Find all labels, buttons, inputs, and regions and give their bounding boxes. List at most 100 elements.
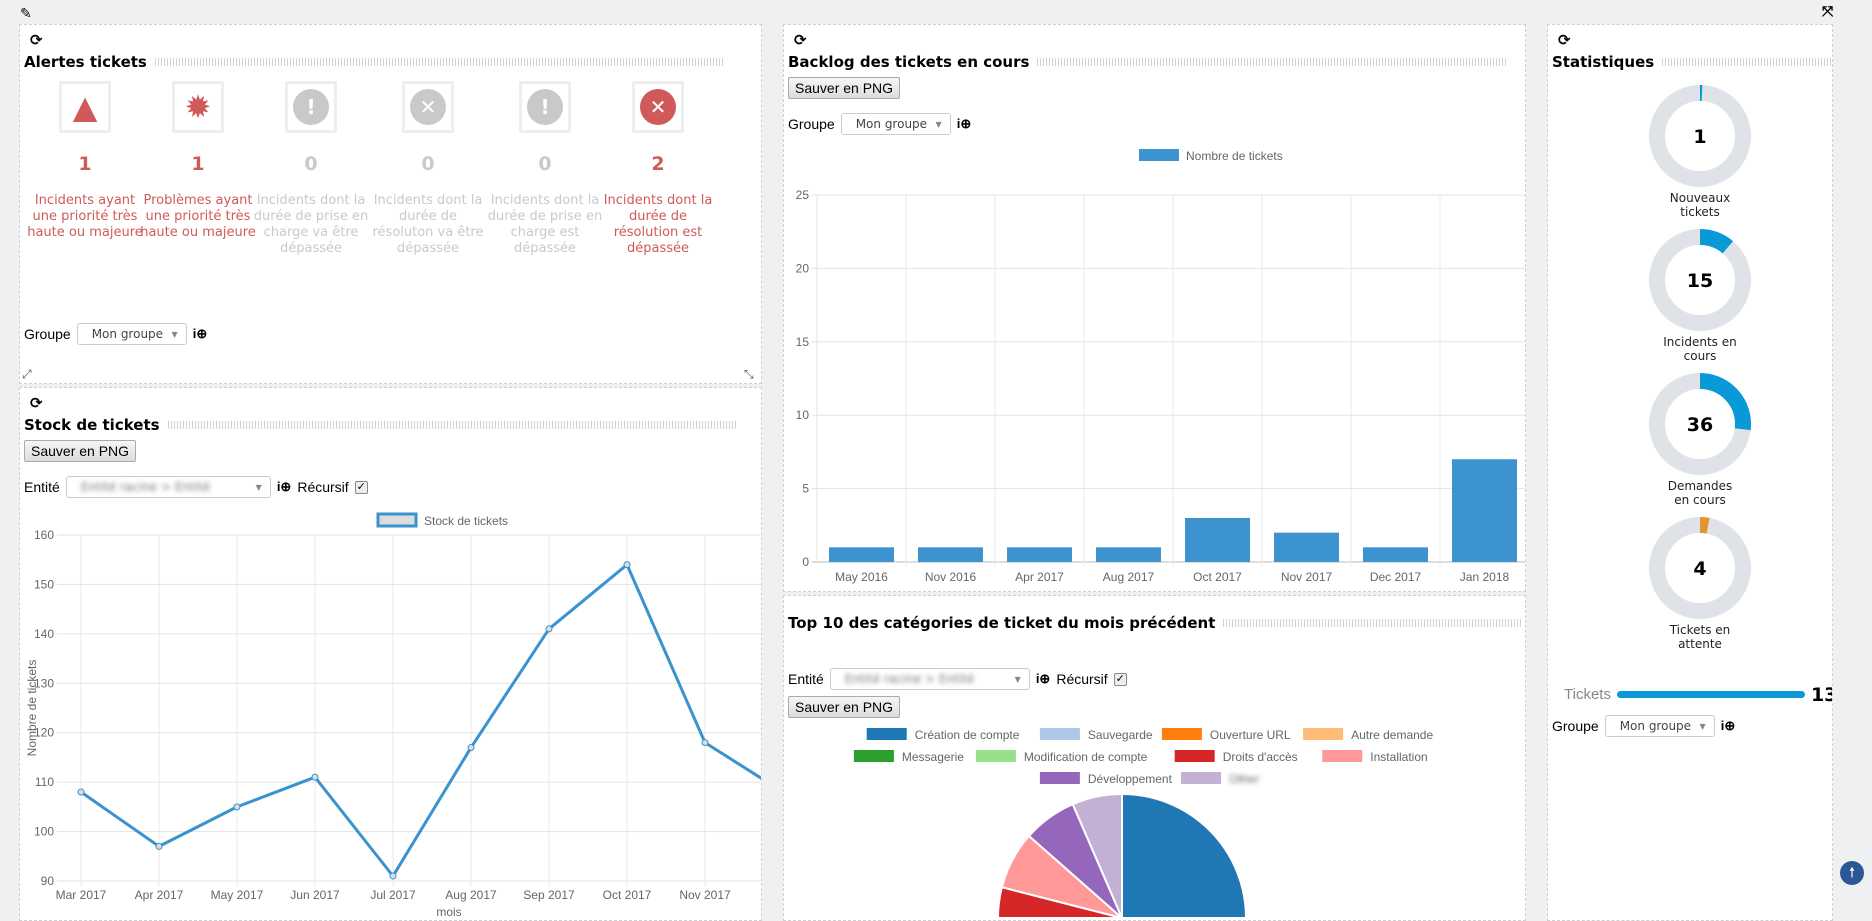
x-tick-label: Mar 2017 <box>56 888 107 902</box>
panel-title: Top 10 des catégories de ticket du mois … <box>788 614 1216 632</box>
refresh-icon[interactable]: ⟳ <box>1558 31 1571 49</box>
donut-label: Demandes en cours <box>1667 479 1733 507</box>
group-select[interactable]: Mon groupe ▼ <box>1604 715 1715 737</box>
legend-label: Droits d'accès <box>1223 750 1298 764</box>
fullscreen-icon[interactable]: ⤧ <box>1822 4 1833 20</box>
x-tick-label: Aug 2017 <box>1103 570 1155 584</box>
chevron-down-icon: ▼ <box>1014 674 1021 684</box>
alert-item[interactable]: ! 0 Incidents dont la durée de prise en … <box>251 81 371 257</box>
resize-handle-left-icon[interactable]: ⤢ <box>22 367 32 382</box>
tickets-label: Tickets <box>1564 686 1611 703</box>
y-tick-label: 160 <box>34 528 54 542</box>
alert-label: Incidents dont la durée de résoluton va … <box>372 193 484 256</box>
alert-item[interactable]: ✹ 1 Problèmes ayant une priorité très ha… <box>138 81 258 241</box>
bar <box>1007 547 1072 562</box>
top10-pie-chart: Création de compte Sauvegarde Ouverture UR… <box>853 728 1433 919</box>
alert-item[interactable]: ! 0 Incidents dont la durée de prise en … <box>485 81 605 257</box>
legend-swatch <box>1181 772 1222 784</box>
alert-icon-box: ✕ <box>402 81 454 133</box>
legend-label: Nombre de tickets <box>1186 149 1283 163</box>
x-tick-label: Nov 2017 <box>1281 570 1333 584</box>
info-add-icon[interactable]: i⊕ <box>1036 671 1051 687</box>
alert-item[interactable]: ✕ 0 Incidents dont la durée de résoluton… <box>368 81 488 257</box>
alert-label: Problèmes ayant une priorité très haute … <box>140 193 256 240</box>
alert-icon-box: ! <box>285 81 337 133</box>
y-tick-label: 25 <box>796 188 810 202</box>
legend-label: Sauvegarde <box>1088 728 1153 742</box>
data-point <box>467 744 475 752</box>
chevron-down-icon: ▼ <box>255 482 262 492</box>
data-point <box>389 872 397 880</box>
save-png-button[interactable]: Sauver en PNG <box>24 440 137 462</box>
x-tick-label: Aug 2017 <box>445 888 497 902</box>
x-tick-label: Jun 2017 <box>290 888 340 902</box>
save-png-button[interactable]: Sauver en PNG <box>788 77 901 99</box>
panel-title: Backlog des tickets en cours <box>788 53 1030 71</box>
info-add-icon[interactable]: i⊕ <box>277 479 292 495</box>
group-filter: Groupe Mon groupe ▼ i⊕ <box>24 323 207 345</box>
bar <box>1452 459 1517 562</box>
recursive-checkbox[interactable]: ✓ <box>354 480 368 494</box>
top10-panel: Top 10 des catégories de ticket du mois … <box>783 595 1526 921</box>
info-add-icon[interactable]: i⊕ <box>957 116 972 132</box>
legend-swatch <box>975 750 1016 762</box>
refresh-icon[interactable]: ⟳ <box>30 394 43 412</box>
group-select-value: Mon groupe <box>91 327 164 341</box>
data-point <box>155 842 163 850</box>
refresh-icon[interactable]: ⟳ <box>30 31 43 49</box>
bar <box>918 547 983 562</box>
edit-icon[interactable]: ✎ <box>20 6 32 22</box>
alert-label: Incidents dont la durée de prise en char… <box>253 193 369 256</box>
x-tick-label: Dec 2017 <box>1370 570 1422 584</box>
info-add-icon[interactable]: i⊕ <box>193 326 208 342</box>
stat-donut: 15 <box>1648 228 1752 336</box>
y-tick-label: 20 <box>796 261 810 275</box>
info-add-icon[interactable]: i⊕ <box>1721 718 1736 734</box>
scroll-top-button[interactable]: 🠕 <box>1840 861 1864 885</box>
alert-item[interactable]: ✕ 2 Incidents dont la durée de résolutio… <box>598 81 718 257</box>
entity-select[interactable]: Entité racine > Entité ▼ <box>829 668 1030 690</box>
resize-handle-right-icon[interactable]: ⤡ <box>744 367 754 382</box>
group-select-value: Mon groupe <box>1619 719 1692 733</box>
bar <box>1363 547 1428 562</box>
series-line <box>80 563 761 878</box>
alert-icon-box: ! <box>519 81 571 133</box>
refresh-icon[interactable]: ⟳ <box>794 31 807 49</box>
stats-panel: ⟳ Statistiques 1 Nouveaux tickets 15 Incide… <box>1547 24 1833 921</box>
bar <box>1096 547 1161 562</box>
stat-donut: 1 <box>1648 84 1752 192</box>
title-divider <box>1037 58 1508 66</box>
alert-item[interactable]: ▲ 1 Incidents ayant une priorité très ha… <box>25 81 145 241</box>
recursive-checkbox[interactable]: ✓ <box>1113 672 1127 686</box>
group-select[interactable]: Mon groupe ▼ <box>840 113 951 135</box>
legend-label: Modification de compte <box>1024 750 1148 764</box>
title-divider <box>1662 58 1832 66</box>
x-tick-label: Jan 2018 <box>1460 570 1510 584</box>
tickets-summary: Tickets 134 🠕 <box>1564 680 1832 709</box>
alert-label: Incidents dont la durée de prise en char… <box>487 193 603 256</box>
group-select[interactable]: Mon groupe ▼ <box>76 323 187 345</box>
alert-icon-box: ✕ <box>632 81 684 133</box>
y-tick-label: 0 <box>802 555 809 569</box>
y-tick-label: 15 <box>796 335 810 349</box>
group-filter: Groupe Mon groupe ▼ i⊕ <box>1552 715 1735 737</box>
save-png-button[interactable]: Sauver en PNG <box>788 696 901 718</box>
alert-icon-box: ▲ <box>59 81 111 133</box>
x-tick-label: Nov 2016 <box>925 570 977 584</box>
tickets-total: 134 <box>1810 683 1832 706</box>
warning-triangle-icon: ▲ <box>72 88 98 126</box>
x-tick-label: May 2016 <box>835 570 888 584</box>
x-tick-label: Oct 2017 <box>603 888 652 902</box>
alert-label: Incidents ayant une priorité très haute … <box>27 193 143 240</box>
x-tick-label: Oct 2017 <box>1193 570 1242 584</box>
times-circle-icon: ✕ <box>640 89 676 125</box>
legend-swatch <box>853 750 894 762</box>
legend-label: Other <box>1229 772 1259 786</box>
exclamation-circle-icon: ! <box>527 89 563 125</box>
legend-label: Messagerie <box>902 750 964 764</box>
donut-value: 4 <box>1693 558 1706 580</box>
legend-label: Stock de tickets <box>424 514 508 528</box>
bug-icon: ✹ <box>184 88 212 126</box>
entity-select[interactable]: Entité racine > Entité ▼ <box>65 476 271 498</box>
donut-label: Nouveaux tickets <box>1669 191 1731 219</box>
